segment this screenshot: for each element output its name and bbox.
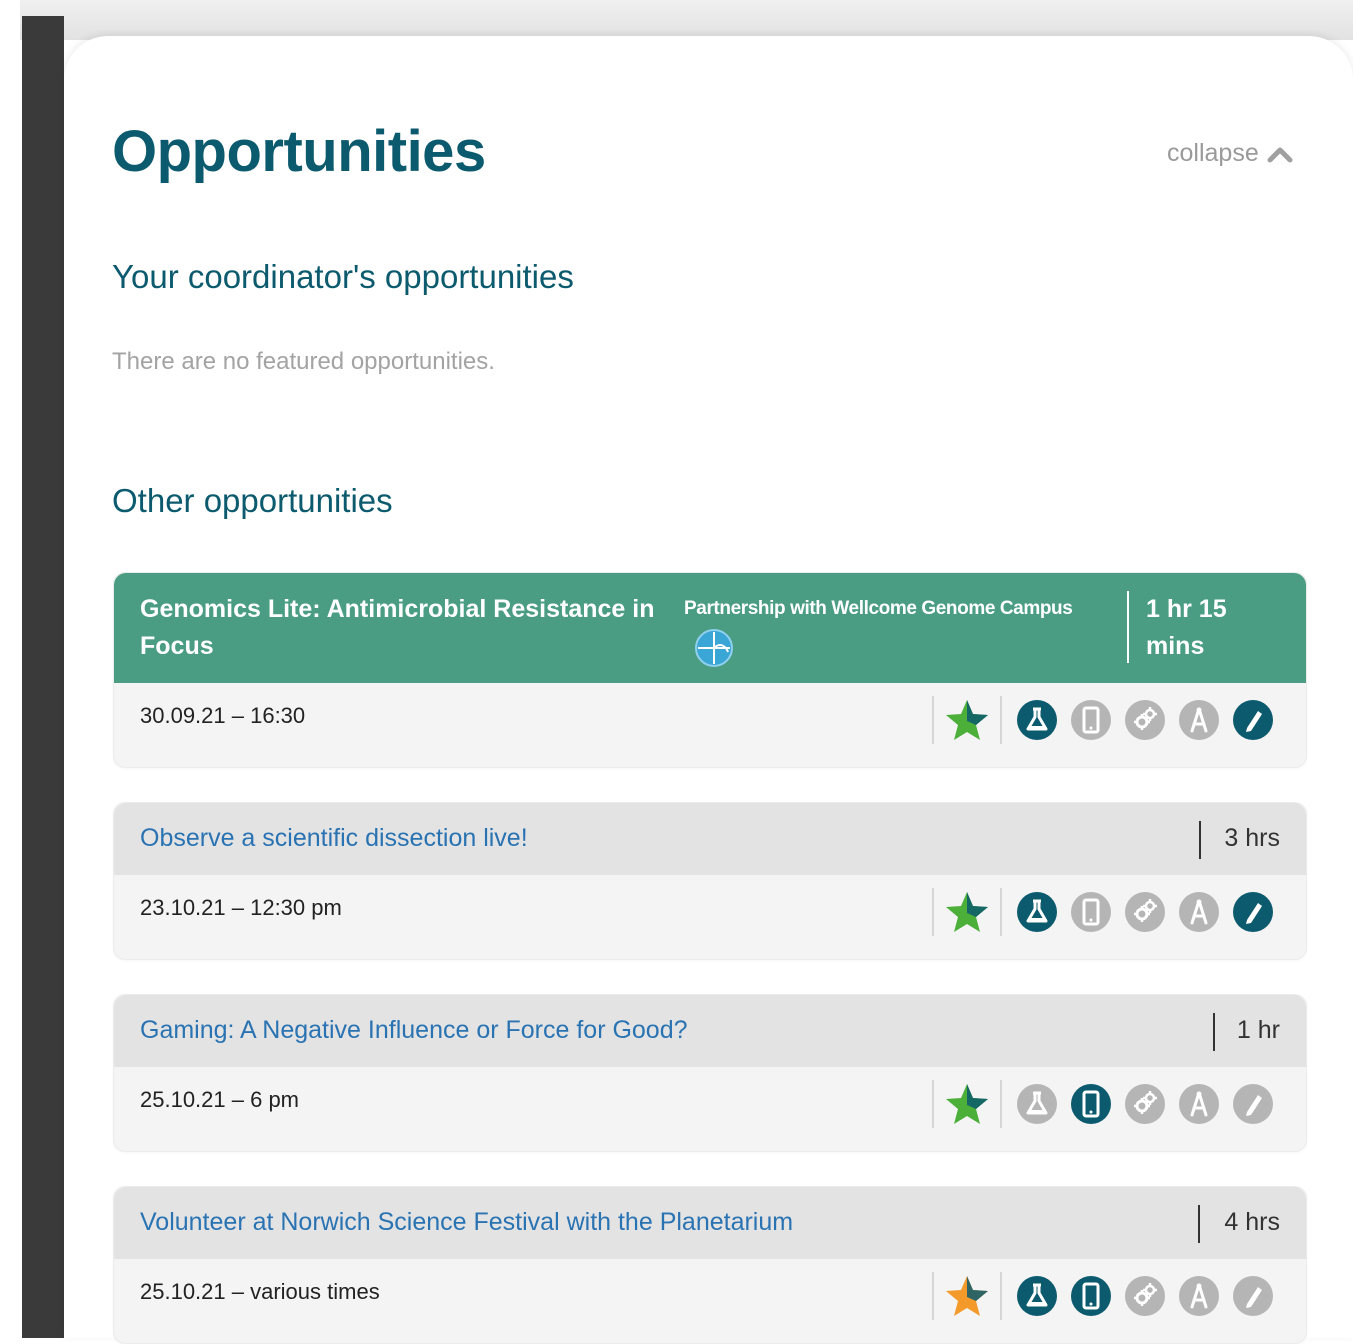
opportunity-title-link[interactable]: Genomics Lite: Antimicrobial Resistance … xyxy=(140,591,680,665)
tablet-icon[interactable] xyxy=(1070,891,1112,933)
other-section-title: Other opportunities xyxy=(112,482,393,519)
flask-icon[interactable] xyxy=(1016,699,1058,741)
star-icon-wrapper xyxy=(934,697,1000,743)
opportunity-date: 25.10.21 – 6 pm xyxy=(140,1087,300,1112)
opportunity-card: Volunteer at Norwich Science Festival wi… xyxy=(113,1186,1307,1344)
window-top-strip xyxy=(20,0,1353,40)
opportunity-date: 30.09.21 – 16:30 xyxy=(140,703,306,728)
opportunity-header: Observe a scientific dissection live! 3 … xyxy=(114,803,1306,875)
category-icons xyxy=(1002,1083,1280,1125)
gears-icon[interactable] xyxy=(1124,1083,1166,1125)
compass-icon[interactable] xyxy=(1178,891,1220,933)
opportunity-title-link[interactable]: Observe a scientific dissection live! xyxy=(140,824,528,853)
opportunity-header: Volunteer at Norwich Science Festival wi… xyxy=(114,1187,1306,1259)
star-icon[interactable] xyxy=(944,889,990,935)
compass-icon[interactable] xyxy=(1178,699,1220,741)
pen-icon[interactable] xyxy=(1232,699,1274,741)
gears-icon[interactable] xyxy=(1124,699,1166,741)
flask-icon[interactable] xyxy=(1016,891,1058,933)
opportunity-duration: 3 hrs xyxy=(1224,824,1280,852)
page-title: Opportunities xyxy=(112,119,486,184)
compass-icon[interactable] xyxy=(1178,1083,1220,1125)
flask-icon[interactable] xyxy=(1016,1275,1058,1317)
opportunity-icons xyxy=(932,1272,1280,1320)
empty-featured-message: There are no featured opportunities. xyxy=(112,348,495,375)
star-icon[interactable] xyxy=(944,1273,990,1319)
flask-icon[interactable] xyxy=(1016,1083,1058,1125)
opportunity-card: Gaming: A Negative Influence or Force fo… xyxy=(113,994,1307,1152)
opportunity-date: 25.10.21 – various times xyxy=(140,1279,380,1304)
compass-icon[interactable] xyxy=(1178,1275,1220,1317)
tablet-icon[interactable] xyxy=(1070,699,1112,741)
opportunity-date: 23.10.21 – 12:30 pm xyxy=(140,895,342,920)
star-icon-wrapper xyxy=(934,1273,1000,1319)
opportunity-icons xyxy=(932,696,1280,744)
duration-separator xyxy=(1213,1013,1215,1051)
partner-label: Partnership with Wellcome Genome Campus xyxy=(684,598,1073,619)
tablet-icon[interactable] xyxy=(1070,1275,1112,1317)
duration-separator xyxy=(1199,821,1201,859)
partner-logo-icon xyxy=(695,629,733,667)
opportunity-icons xyxy=(932,1080,1280,1128)
pen-icon[interactable] xyxy=(1232,1275,1274,1317)
tablet-icon[interactable] xyxy=(1070,1083,1112,1125)
gears-icon[interactable] xyxy=(1124,891,1166,933)
star-icon-wrapper xyxy=(934,1081,1000,1127)
opportunity-card: Observe a scientific dissection live! 3 … xyxy=(113,802,1307,960)
collapse-label: collapse xyxy=(1167,139,1259,167)
opportunity-duration: 1 hr 15 mins xyxy=(1146,595,1227,660)
collapse-button[interactable]: collapse xyxy=(1167,139,1293,168)
opportunity-header: Genomics Lite: Antimicrobial Resistance … xyxy=(114,573,1306,683)
chevron-up-icon xyxy=(1267,147,1293,162)
gears-icon[interactable] xyxy=(1124,1275,1166,1317)
star-icon-wrapper xyxy=(934,889,1000,935)
opportunity-duration: 4 hrs xyxy=(1224,1208,1280,1236)
star-icon[interactable] xyxy=(944,1081,990,1127)
left-dark-sidebar xyxy=(22,16,64,1338)
duration-separator xyxy=(1198,1205,1200,1243)
opportunity-icons xyxy=(932,888,1280,936)
opportunity-title-link[interactable]: Gaming: A Negative Influence or Force fo… xyxy=(140,1016,688,1045)
pen-icon[interactable] xyxy=(1232,1083,1274,1125)
opportunity-duration: 1 hr xyxy=(1236,1016,1280,1044)
category-icons xyxy=(1002,891,1280,933)
coordinator-section-title: Your coordinator's opportunities xyxy=(112,258,574,295)
opportunity-card: Genomics Lite: Antimicrobial Resistance … xyxy=(113,572,1307,768)
category-icons xyxy=(1002,699,1280,741)
category-icons xyxy=(1002,1275,1280,1317)
duration-separator xyxy=(1127,591,1129,663)
opportunity-title-link[interactable]: Volunteer at Norwich Science Festival wi… xyxy=(140,1208,793,1237)
star-icon[interactable] xyxy=(944,697,990,743)
opportunity-header: Gaming: A Negative Influence or Force fo… xyxy=(114,995,1306,1067)
pen-icon[interactable] xyxy=(1232,891,1274,933)
